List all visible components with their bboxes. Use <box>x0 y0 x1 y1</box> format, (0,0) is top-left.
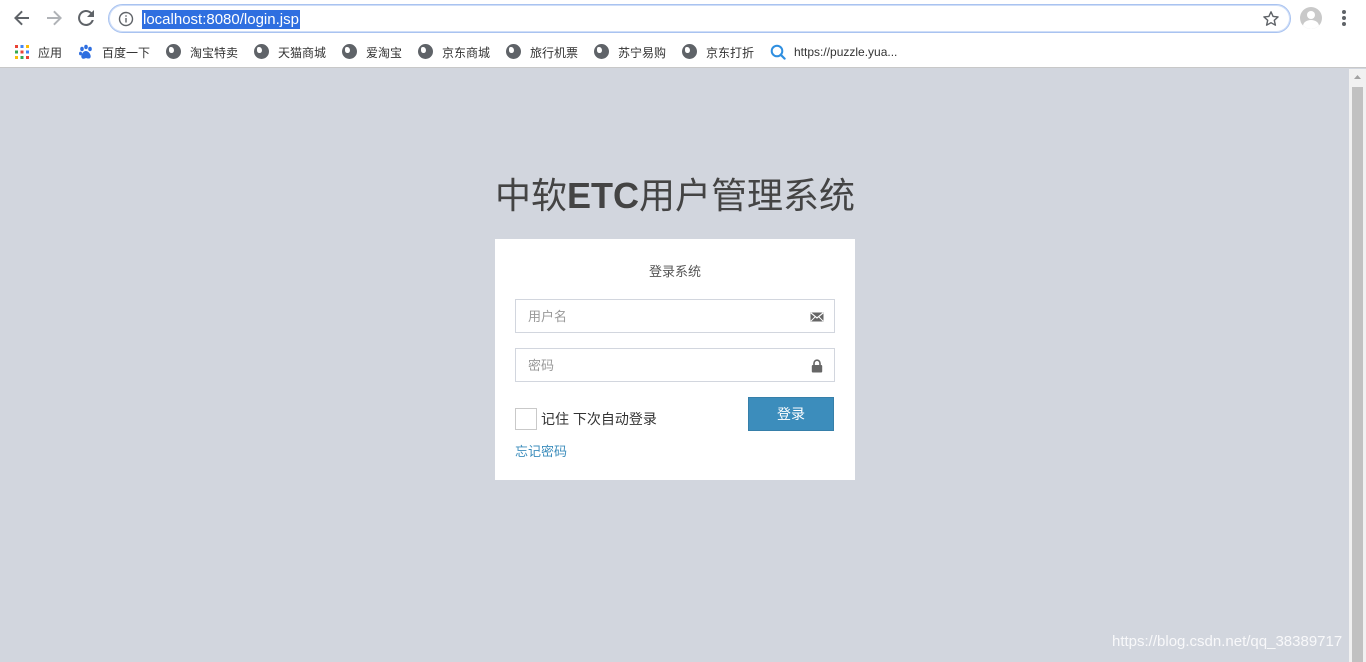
bookmark-label: 爱淘宝 <box>366 45 403 60</box>
password-input[interactable] <box>516 349 834 381</box>
page-title: 中软ETC用户管理系统 <box>495 167 855 219</box>
globe-icon <box>682 44 697 59</box>
bookmark-label: https://puzzle.yua... <box>794 45 898 59</box>
back-icon[interactable] <box>10 6 34 30</box>
bookmark-taobao-sale[interactable]: 淘宝特卖 <box>166 42 238 62</box>
lock-icon <box>811 359 823 373</box>
username-field <box>515 299 835 333</box>
bookmark-suning[interactable]: 苏宁易购 <box>594 42 666 62</box>
browser-toolbar: localhost:8080/login.jsp <box>0 0 1366 36</box>
reload-icon[interactable] <box>74 6 98 30</box>
globe-icon <box>342 44 357 59</box>
bookmark-star-icon[interactable] <box>1262 10 1280 28</box>
watermark-text: https://blog.csdn.net/qq_38389717 <box>1112 633 1343 650</box>
bookmark-label: 天猫商城 <box>278 45 327 60</box>
bookmark-tmall[interactable]: 天猫商城 <box>254 42 326 62</box>
apps-grid-icon <box>15 45 29 59</box>
baidu-paw-icon <box>79 44 92 59</box>
remember-me-checkbox[interactable] <box>515 408 537 430</box>
envelope-icon <box>810 312 824 322</box>
address-bar[interactable]: localhost:8080/login.jsp <box>108 4 1291 33</box>
globe-icon <box>506 44 521 59</box>
bookmark-label: 京东打折 <box>706 45 755 60</box>
bookmark-label: 苏宁易购 <box>618 45 667 60</box>
password-field <box>515 348 835 382</box>
bookmarks-bar: 应用 百度一下 淘宝特卖 天猫商城 爱淘宝 京东商城 旅行机票 苏宁易购 京东打… <box>0 36 1366 68</box>
scroll-up-arrow-icon[interactable] <box>1349 69 1366 86</box>
title-brand: ETC <box>567 175 640 216</box>
bookmark-puzzle[interactable]: https://puzzle.yua... <box>770 42 897 62</box>
scrollbar-thumb[interactable] <box>1352 87 1363 662</box>
bookmark-apps[interactable]: 应用 <box>14 42 62 62</box>
bookmark-label: 应用 <box>38 45 63 60</box>
bookmark-jd-discount[interactable]: 京东打折 <box>682 42 754 62</box>
globe-icon <box>166 44 181 59</box>
bookmark-jd-mall[interactable]: 京东商城 <box>418 42 490 62</box>
title-suffix: 用户管理系统 <box>639 175 856 216</box>
bookmark-label: 淘宝特卖 <box>190 45 239 60</box>
login-box: 登录系统 记住 下次自动登录 登录 忘记密码 <box>495 239 855 480</box>
bookmark-baidu[interactable]: 百度一下 <box>78 42 150 62</box>
forgot-password-link[interactable]: 忘记密码 <box>515 441 567 460</box>
globe-icon <box>254 44 269 59</box>
forward-icon[interactable] <box>42 6 66 30</box>
username-input[interactable] <box>516 300 834 332</box>
bookmark-label: 旅行机票 <box>530 45 579 60</box>
profile-avatar-icon[interactable] <box>1300 7 1322 29</box>
bookmark-travel-tickets[interactable]: 旅行机票 <box>506 42 578 62</box>
bookmark-label: 京东商城 <box>442 45 491 60</box>
browser-menu-icon[interactable] <box>1336 8 1352 28</box>
login-button[interactable]: 登录 <box>748 397 834 431</box>
search-magnifier-icon <box>770 44 786 60</box>
login-box-heading: 登录系统 <box>648 264 701 279</box>
title-prefix: 中软 <box>495 175 568 216</box>
page-scrollbar[interactable] <box>1349 69 1366 662</box>
globe-icon <box>418 44 433 59</box>
remember-me-label[interactable]: 记住 下次自动登录 <box>541 408 657 430</box>
info-icon[interactable] <box>118 11 134 27</box>
bookmark-label: 百度一下 <box>102 45 151 60</box>
globe-icon <box>594 44 609 59</box>
bookmark-ai-taobao[interactable]: 爱淘宝 <box>342 42 402 62</box>
url-text[interactable]: localhost:8080/login.jsp <box>142 10 300 29</box>
